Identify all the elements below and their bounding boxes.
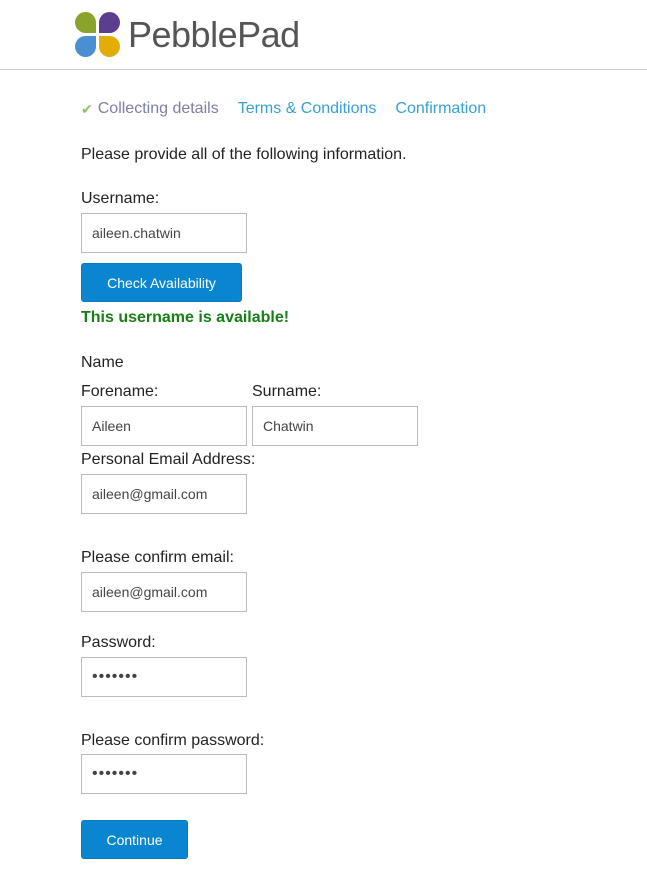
confirm-password-input[interactable]: [81, 754, 247, 794]
availability-message: This username is available!: [81, 309, 290, 326]
continue-button[interactable]: Continue: [81, 820, 188, 859]
step-label: Collecting details: [97, 100, 219, 117]
surname-label: Surname:: [252, 383, 322, 400]
logo-petal-blue: [75, 36, 96, 57]
email-label: Personal Email Address:: [81, 451, 256, 468]
surname-input[interactable]: [252, 406, 418, 446]
checkmark-icon: ✔: [81, 100, 93, 117]
pebblepad-logo-icon: [75, 12, 121, 58]
step-confirmation[interactable]: Confirmation: [395, 100, 486, 118]
logo-petal-yellow: [99, 36, 120, 57]
confirm-email-input[interactable]: [81, 572, 247, 612]
password-label: Password:: [81, 634, 156, 651]
username-label: Username:: [81, 190, 160, 207]
username-input[interactable]: [81, 213, 247, 253]
name-heading: Name: [81, 354, 124, 371]
brand-name: PebblePad: [128, 14, 300, 55]
step-collecting-details: ✔ Collecting details: [81, 100, 219, 118]
password-input[interactable]: [81, 657, 247, 697]
progress-steps: ✔ Collecting details Terms & Conditions …: [81, 100, 486, 118]
check-availability-button[interactable]: Check Availability: [81, 263, 242, 302]
confirm-email-label: Please confirm email:: [81, 549, 234, 566]
forename-label: Forename:: [81, 383, 159, 400]
confirm-password-label: Please confirm password:: [81, 732, 265, 749]
step-terms-conditions[interactable]: Terms & Conditions: [238, 100, 377, 118]
intro-text: Please provide all of the following info…: [81, 146, 407, 163]
logo-petal-purple: [99, 12, 120, 33]
forename-input[interactable]: [81, 406, 247, 446]
logo-petal-green: [75, 12, 96, 33]
header: PebblePad: [0, 0, 647, 70]
email-input[interactable]: [81, 474, 247, 514]
